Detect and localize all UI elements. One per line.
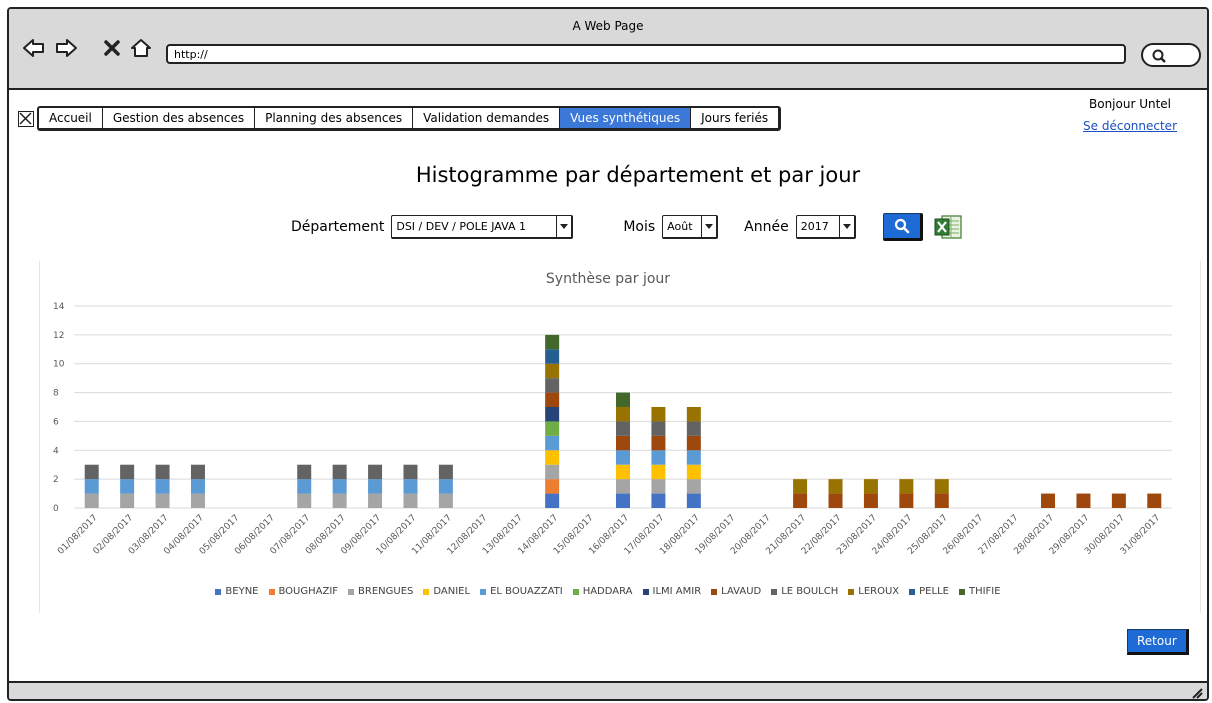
tab-jours-feries[interactable]: Jours feriés	[691, 108, 778, 128]
chart-panel	[39, 261, 1201, 613]
mois-select[interactable]: Août	[662, 215, 719, 239]
legend-swatch	[642, 588, 649, 595]
legend-label: PELLE	[919, 586, 949, 597]
legend-label: BEYNE	[225, 586, 259, 597]
user-area: Bonjour Untel Se déconnecter	[1083, 97, 1177, 133]
legend-item: LEROUX	[848, 586, 899, 597]
forward-icon[interactable]	[54, 36, 78, 60]
legend-swatch	[711, 588, 718, 595]
home-icon[interactable]	[129, 36, 153, 60]
legend-item: THIFIE	[958, 586, 1001, 597]
tab-planning-absences[interactable]: Planning des absences	[255, 108, 414, 128]
legend-item: BEYNE	[215, 586, 259, 597]
browser-titlebar: A Web Page http://	[9, 9, 1207, 90]
retour-button[interactable]: Retour	[1127, 629, 1189, 655]
close-icon[interactable]	[18, 111, 34, 127]
browser-statusbar	[9, 681, 1207, 699]
tab-accueil[interactable]: Accueil	[39, 108, 103, 128]
legend-swatch	[423, 588, 430, 595]
legend-item: HADDARA	[572, 586, 633, 597]
logout-link[interactable]: Se déconnecter	[1083, 119, 1177, 133]
tab-vues-synthetiques[interactable]: Vues synthétiques	[560, 108, 692, 128]
legend-item: EL BOUAZZATI	[480, 586, 563, 597]
departement-value: DSI / DEV / POLE JAVA 1	[396, 220, 526, 233]
chevron-down-icon	[701, 216, 716, 237]
tab-validation-demandes[interactable]: Validation demandes	[413, 108, 561, 128]
departement-select[interactable]: DSI / DEV / POLE JAVA 1	[391, 215, 574, 239]
legend-swatch	[348, 588, 355, 595]
search-button[interactable]	[882, 213, 923, 241]
annee-select[interactable]: 2017	[795, 215, 856, 239]
legend-swatch	[909, 588, 916, 595]
legend-swatch	[268, 588, 275, 595]
legend-swatch	[771, 588, 778, 595]
search-icon	[894, 218, 910, 234]
legend-label: ILMI AMIR	[652, 586, 702, 597]
legend-swatch	[848, 588, 855, 595]
chart-title: Synthèse par jour	[545, 271, 671, 287]
departement-label: Département	[291, 219, 385, 235]
legend-label: LEROUX	[858, 586, 900, 597]
back-icon[interactable]	[22, 36, 46, 60]
legend-item: LAVAUD	[711, 586, 761, 597]
legend-swatch	[480, 588, 487, 595]
browser-search-field[interactable]	[1141, 43, 1201, 67]
legend-swatch	[958, 588, 965, 595]
main-navigation: Accueil Gestion des absences Planning de…	[18, 106, 782, 131]
window-title: A Web Page	[572, 19, 644, 33]
legend-label: DANIEL	[433, 586, 471, 597]
mois-label: Mois	[623, 219, 656, 235]
legend-swatch	[572, 588, 579, 595]
filter-bar: Département DSI / DEV / POLE JAVA 1 Mois…	[291, 212, 963, 242]
legend-label: EL BOUAZZATI	[490, 586, 563, 597]
legend-label: BRENGUES	[358, 586, 414, 597]
legend-label: HADDARA	[582, 586, 633, 597]
browser-window: A Web Page http:// Accueil Gestion des a…	[7, 7, 1209, 701]
legend-item: DANIEL	[423, 586, 470, 597]
stop-icon[interactable]	[100, 36, 124, 60]
mois-value: Août	[667, 220, 693, 233]
legend-label: LE BOULCH	[781, 586, 839, 597]
legend-item: BOUGHAZIF	[268, 586, 339, 597]
resize-grip-icon[interactable]	[1189, 685, 1203, 699]
legend-item: LE BOULCH	[771, 586, 838, 597]
annee-value: 2017	[800, 220, 829, 233]
magnifier-icon	[1152, 49, 1166, 63]
legend-item: PELLE	[909, 586, 949, 597]
chart-legend: BEYNE BOUGHAZIF BRENGUES DANIEL EL BOUAZZATI…	[9, 586, 1207, 597]
legend-label: THIFIE	[968, 586, 1001, 597]
page-title: Histogramme par département et par jour	[415, 163, 861, 187]
legend-label: BOUGHAZIF	[278, 586, 339, 597]
excel-export-icon[interactable]	[933, 213, 963, 241]
annee-label: Année	[744, 219, 789, 235]
tab-bar: Accueil Gestion des absences Planning de…	[37, 106, 782, 131]
legend-swatch	[215, 588, 222, 595]
greeting-text: Bonjour Untel	[1089, 97, 1172, 111]
chevron-down-icon	[838, 216, 854, 237]
chevron-down-icon	[556, 216, 571, 237]
legend-item: ILMI AMIR	[642, 586, 702, 597]
legend-item: BRENGUES	[348, 586, 413, 597]
tab-gestion-absences[interactable]: Gestion des absences	[103, 108, 256, 128]
legend-label: LAVAUD	[721, 586, 762, 597]
url-input[interactable]: http://	[166, 44, 1126, 64]
